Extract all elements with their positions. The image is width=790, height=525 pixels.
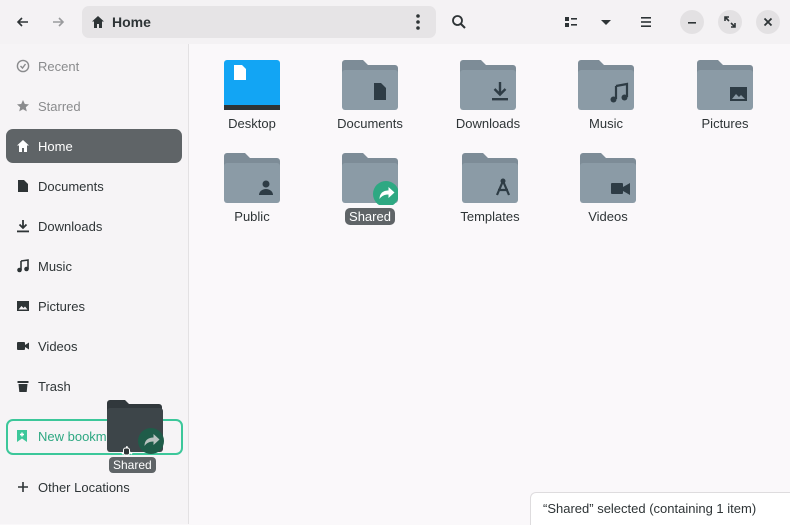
status-overlay: “Shared” selected (containing 1 item) [530,492,790,525]
sidebar-item-home[interactable]: Home [6,129,182,163]
sidebar-item-label: Home [38,138,73,154]
folder-label: Pictures [701,116,749,131]
pictures-folder-icon [697,60,753,110]
home-icon [15,138,31,154]
back-button[interactable] [8,7,38,37]
path-bar[interactable]: Home [82,6,436,38]
sidebar-item-label: Other Locations [38,479,130,495]
forward-icon [53,17,65,27]
folder-music[interactable]: Music [551,48,661,138]
sidebar-item-recent[interactable]: Recent [6,49,182,83]
shared-folder-drag-icon [107,400,164,459]
minimize-button[interactable] [680,10,704,34]
folder-label: Shared [345,208,395,225]
sidebar-item-label: Recent [38,58,80,74]
sidebar-item-pictures[interactable]: Pictures [6,289,182,323]
folder-pictures[interactable]: Pictures [670,48,780,138]
bookmark-icon [17,430,27,442]
close-icon [763,17,773,27]
folder-templates[interactable]: Templates [435,141,545,231]
sidebar-item-label: Pictures [38,298,85,314]
public-folder-icon [224,153,280,203]
documents-folder-icon [342,60,398,110]
star-icon [15,98,31,114]
hamburger-menu-icon [641,17,651,27]
music-icon [15,258,31,274]
header-bar: Home [0,0,790,44]
clock-icon [15,58,31,74]
folder-documents[interactable]: Documents [315,48,425,138]
folder-label: Desktop [228,116,276,131]
folder-videos[interactable]: Videos [553,141,663,231]
close-button[interactable] [756,10,780,34]
downloads-folder-icon [460,60,516,110]
folder-shared[interactable]: Shared [315,141,425,231]
view-list-icon [565,17,577,27]
sidebar-item-label: Trash [38,378,71,394]
path-menu-button[interactable] [406,10,430,34]
desktop-folder-icon [224,60,280,110]
view-toggle-button[interactable] [556,7,586,37]
video-icon [15,338,31,354]
path-menu-icon [416,14,420,30]
folder-label: Public [234,209,270,224]
folder-public[interactable]: Public [197,141,307,231]
minimize-icon [688,22,696,24]
templates-folder-icon [462,153,518,203]
search-icon [452,15,466,29]
folder-desktop[interactable]: Desktop [197,48,307,138]
home-icon [92,16,104,28]
folder-downloads[interactable]: Downloads [433,48,543,138]
folder-label: Music [589,116,623,131]
videos-folder-icon [580,153,636,203]
file-grid: Desktop Documents Downloads Music Pictur… [189,44,790,524]
sidebar-item-label: Downloads [38,218,103,234]
sidebar-item-trash[interactable]: Trash [6,369,182,403]
shared-folder-icon [342,153,398,205]
sidebar-item-downloads[interactable]: Downloads [6,209,182,243]
main-menu-button[interactable] [631,7,661,37]
sidebar-item-starred[interactable]: Starred [6,89,182,123]
folder-label: Documents [337,116,403,131]
maximize-button[interactable] [718,10,742,34]
folder-label: Videos [588,209,628,224]
drag-label: Shared [109,457,156,473]
folder-label: Downloads [455,116,521,131]
document-icon [15,178,31,194]
sort-dropdown-button[interactable] [591,7,621,37]
trash-icon [15,378,31,394]
music-folder-icon [578,60,634,110]
folder-label: Templates [460,209,520,224]
maximize-icon [724,16,736,28]
sidebar-item-label: Music [38,258,72,274]
drag-preview: Shared [104,400,174,480]
status-text: “Shared” selected (containing 1 item) [543,501,757,516]
sidebar-item-label: Starred [38,98,81,114]
plus-icon [15,479,31,495]
picture-icon [15,298,31,314]
search-button[interactable] [444,7,474,37]
new-bookmark-label: New bookm [38,429,107,444]
forward-button[interactable] [43,7,73,37]
sidebar-item-music[interactable]: Music [6,249,182,283]
download-icon [15,218,31,234]
sidebar-item-videos[interactable]: Videos [6,329,182,363]
sidebar-item-label: Videos [38,338,78,354]
back-icon [16,17,28,27]
sidebar-item-label: Documents [38,178,104,194]
sidebar-item-documents[interactable]: Documents [6,169,182,203]
location-title: Home [112,14,151,30]
sort-dropdown-icon [601,20,611,25]
